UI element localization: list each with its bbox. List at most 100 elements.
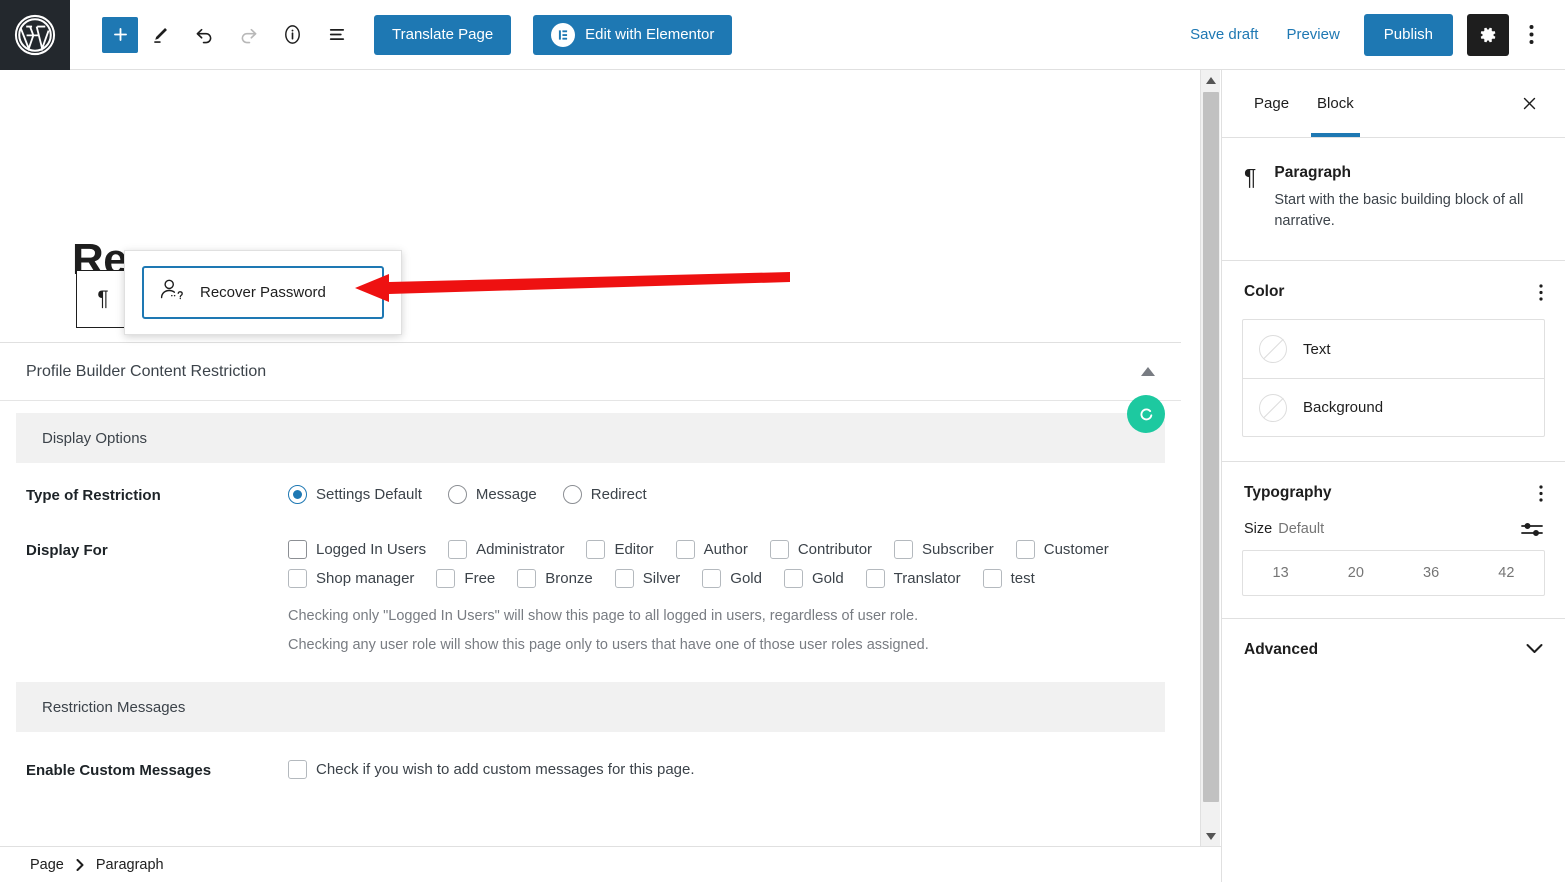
advanced-panel-toggle[interactable]: Advanced <box>1222 618 1565 681</box>
publish-button[interactable]: Publish <box>1363 13 1453 56</box>
save-draft-button[interactable]: Save draft <box>1176 15 1272 55</box>
metabox-header: Profile Builder Content Restriction <box>0 343 1181 401</box>
tab-page[interactable]: Page <box>1240 71 1303 137</box>
font-size-option-20[interactable]: 20 <box>1318 551 1393 595</box>
checkbox-editor[interactable]: Editor <box>586 540 654 559</box>
sliders-icon[interactable] <box>1521 520 1543 538</box>
font-size-option-13[interactable]: 13 <box>1243 551 1318 595</box>
add-block-button[interactable] <box>102 16 138 53</box>
translate-page-button[interactable]: Translate Page <box>374 14 512 55</box>
color-option-text[interactable]: Text <box>1243 320 1544 378</box>
radio-label: Settings Default <box>316 486 422 503</box>
typography-panel-title: Typography <box>1244 484 1332 502</box>
section-header-restriction-messages: Restriction Messages <box>16 682 1165 733</box>
block-description: Start with the basic building block of a… <box>1274 192 1524 230</box>
checkbox-translator[interactable]: Translator <box>865 569 961 588</box>
checkbox-administrator[interactable]: Administrator <box>448 540 564 559</box>
checkbox-silver[interactable]: Silver <box>614 569 681 588</box>
font-size-picker: 13 20 36 42 <box>1242 550 1545 597</box>
undo-icon[interactable] <box>182 15 226 55</box>
checkbox-free[interactable]: Free <box>436 569 495 588</box>
details-info-icon[interactable] <box>270 15 314 55</box>
checkbox-label: Logged In Users <box>316 541 427 558</box>
checkbox-contributor[interactable]: Contributor <box>769 540 872 559</box>
checkbox-label: Subscriber <box>922 541 994 558</box>
block-settings-sidebar: Page Block ¶ Paragraph Start with the ba… <box>1221 70 1565 882</box>
display-for-hint-1: Checking only "Logged In Users" will sho… <box>288 608 919 624</box>
recover-password-menu-item[interactable]: Recover Password <box>142 266 384 319</box>
radio-redirect[interactable]: Redirect <box>562 485 647 504</box>
checkbox-label: Translator <box>893 570 961 587</box>
radio-settings-default[interactable]: Settings Default <box>288 485 422 504</box>
scrollbar-thumb[interactable] <box>1203 92 1219 802</box>
list-view-icon[interactable] <box>314 15 358 55</box>
checkbox-shop-manager[interactable]: Shop manager <box>288 569 414 588</box>
edit-mode-icon[interactable] <box>138 15 182 55</box>
radio-message[interactable]: Message <box>447 485 537 504</box>
topbar-right-group: Save draft Preview Publish <box>1176 13 1565 56</box>
typography-options-kebab-icon[interactable] <box>1539 484 1543 502</box>
editor-canvas: Re ¶ Recover Password Profile Builder Co… <box>0 70 1200 846</box>
checkbox-indicator <box>614 569 634 588</box>
preview-button[interactable]: Preview <box>1272 15 1353 55</box>
scroll-up-arrow-icon[interactable] <box>1201 70 1221 90</box>
wordpress-logo-icon[interactable] <box>0 0 70 70</box>
color-panel-header: Color <box>1222 261 1565 315</box>
font-size-option-42[interactable]: 42 <box>1469 551 1544 595</box>
checkbox-label: Author <box>703 541 748 558</box>
checkbox-enable-custom-messages[interactable]: Check if you wish to add custom messages… <box>288 760 1133 780</box>
chevron-up-icon[interactable] <box>1141 366 1155 377</box>
checkbox-label: test <box>1010 570 1035 587</box>
checkbox-indicator <box>894 540 914 559</box>
display-for-roles-row-2: Shop manager Free Bronze Silver Gold Gol… <box>288 569 1155 598</box>
close-icon[interactable] <box>1511 86 1547 122</box>
checkbox-indicator <box>702 569 722 588</box>
font-size-label: Size <box>1244 521 1273 538</box>
checkbox-gold-1[interactable]: Gold <box>702 569 762 588</box>
slash-command-popup: Recover Password <box>124 250 402 335</box>
checkbox-indicator <box>865 569 885 588</box>
checkbox-label: Silver <box>642 570 681 587</box>
teal-status-badge[interactable] <box>1127 395 1165 433</box>
display-for-hint-2: Checking any user role will show this pa… <box>288 637 929 654</box>
editor-scrollbar[interactable] <box>1200 70 1220 846</box>
gear-icon[interactable] <box>1467 13 1509 56</box>
breadcrumb-item-paragraph[interactable]: Paragraph <box>96 857 164 873</box>
field-enable-custom-messages: Enable Custom Messages Check if you wish… <box>0 760 1181 789</box>
kebab-menu-icon[interactable] <box>1511 14 1551 56</box>
field-label: Type of Restriction <box>26 487 161 504</box>
chevron-down-icon <box>1526 641 1543 659</box>
checkbox-indicator <box>448 540 468 559</box>
checkbox-customer[interactable]: Customer <box>1015 540 1109 559</box>
checkbox-test[interactable]: test <box>982 569 1035 588</box>
field-display-for: Display For Logged In Users Administrato… <box>0 540 1181 656</box>
checkbox-label: Gold <box>811 570 844 587</box>
scroll-down-arrow-icon[interactable] <box>1201 826 1221 846</box>
radio-label: Redirect <box>590 486 647 503</box>
tab-block[interactable]: Block <box>1303 71 1368 137</box>
no-color-swatch-icon <box>1259 335 1287 364</box>
checkbox-bronze[interactable]: Bronze <box>517 569 593 588</box>
paragraph-pilcrow-icon[interactable]: ¶ <box>77 271 129 327</box>
breadcrumb-item-page[interactable]: Page <box>30 857 64 873</box>
checkbox-indicator <box>288 540 307 559</box>
no-color-swatch-icon <box>1259 393 1287 422</box>
checkbox-gold-2[interactable]: Gold <box>783 569 844 588</box>
checkbox-indicator <box>288 760 307 780</box>
checkbox-label: Free <box>464 570 496 587</box>
metabox-title: Profile Builder Content Restriction <box>26 362 267 380</box>
redo-icon[interactable] <box>226 15 270 55</box>
checkbox-subscriber[interactable]: Subscriber <box>894 540 994 559</box>
checkbox-author[interactable]: Author <box>675 540 748 559</box>
edit-with-elementor-button[interactable]: Edit with Elementor <box>533 14 733 55</box>
font-size-option-36[interactable]: 36 <box>1394 551 1469 595</box>
color-option-background[interactable]: Background <box>1243 378 1544 436</box>
checkbox-label: Shop manager <box>316 570 415 587</box>
color-options-kebab-icon[interactable] <box>1539 283 1543 301</box>
checkbox-indicator <box>769 540 789 559</box>
checkbox-label: Editor <box>614 541 654 558</box>
color-panel-title: Color <box>1244 283 1285 301</box>
checkbox-logged-in-users[interactable]: Logged In Users <box>288 540 426 559</box>
chevron-right-icon <box>76 858 84 871</box>
checkbox-label: Bronze <box>545 570 593 587</box>
